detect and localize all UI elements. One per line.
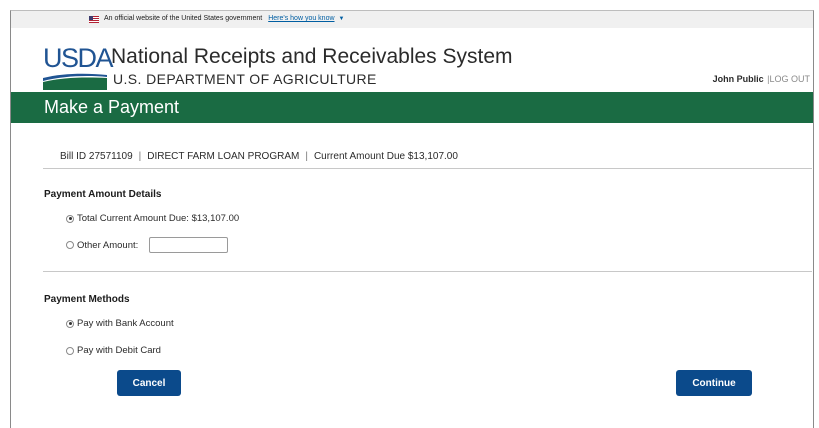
total-amount-label: Total Current Amount Due: $13,107.00 xyxy=(77,213,240,224)
browser-page: An official website of the United States… xyxy=(10,10,814,428)
user-area: John Public |LOG OUT xyxy=(713,74,810,84)
continue-button[interactable]: Continue xyxy=(676,370,752,396)
divider xyxy=(43,168,812,169)
payment-methods-title: Payment Methods xyxy=(44,294,130,305)
usda-logo-text: USDA xyxy=(43,43,114,73)
page-title: Make a Payment xyxy=(44,97,180,117)
bill-summary: Bill ID 27571109 | DIRECT FARM LOAN PROGRA… xyxy=(60,151,458,162)
page-title-bar: Make a Payment xyxy=(11,92,813,123)
payment-amount-title: Payment Amount Details xyxy=(44,189,162,200)
divider xyxy=(43,271,812,272)
bank-account-label: Pay with Bank Account xyxy=(77,318,174,329)
loan-program: DIRECT FARM LOAN PROGRAM xyxy=(147,151,300,162)
bill-id: Bill ID 27571109 xyxy=(60,151,133,162)
debit-card-radio[interactable] xyxy=(66,346,74,355)
other-amount-radio[interactable] xyxy=(66,241,74,249)
heres-how-you-know-link[interactable]: Here's how you know xyxy=(268,15,334,22)
logout-link[interactable]: |LOG OUT xyxy=(767,74,810,84)
bank-account-radio[interactable] xyxy=(66,319,74,328)
us-flag-icon xyxy=(89,16,99,23)
bank-account-option[interactable]: Pay with Bank Account xyxy=(66,318,174,329)
gov-banner-text-wrap: An official website of the United States… xyxy=(104,15,344,22)
separator: | xyxy=(138,151,142,162)
gov-banner-text: An official website of the United States… xyxy=(104,15,263,22)
debit-card-label: Pay with Debit Card xyxy=(77,345,161,356)
other-amount-option[interactable]: Other Amount: xyxy=(66,237,229,253)
system-title: National Receipts and Receivables System xyxy=(111,45,513,68)
total-amount-option[interactable]: Total Current Amount Due: $13,107.00 xyxy=(66,213,239,224)
current-amount-due: Current Amount Due $13,107.00 xyxy=(313,151,458,162)
usda-swoosh-icon xyxy=(43,73,107,90)
debit-card-option[interactable]: Pay with Debit Card xyxy=(66,345,161,356)
department-name: U.S. DEPARTMENT OF AGRICULTURE xyxy=(113,71,377,87)
chevron-down-icon[interactable]: ▼ xyxy=(338,16,344,22)
usda-logo[interactable]: USDA xyxy=(43,43,114,91)
total-amount-radio[interactable] xyxy=(66,214,74,223)
gov-banner: An official website of the United States… xyxy=(11,11,813,28)
other-amount-input[interactable] xyxy=(149,237,229,253)
other-amount-label: Other Amount: xyxy=(77,239,139,251)
cancel-button[interactable]: Cancel xyxy=(117,370,181,396)
user-name: John Public xyxy=(712,74,764,84)
separator: | xyxy=(305,151,308,162)
